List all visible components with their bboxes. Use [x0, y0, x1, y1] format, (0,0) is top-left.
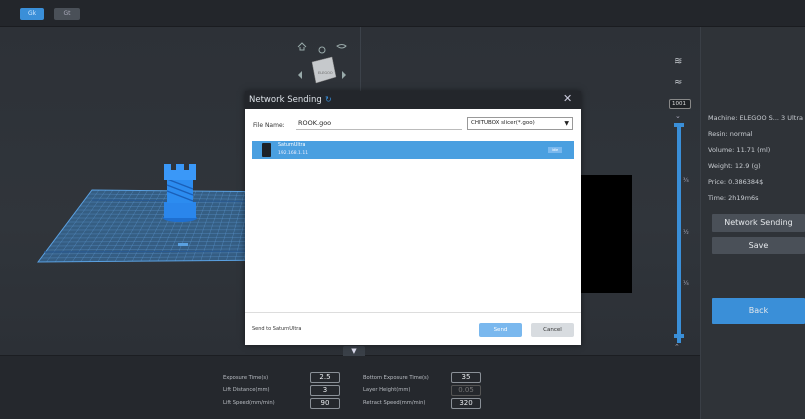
chevron-down-icon[interactable]: ⌄ — [675, 112, 681, 120]
weight-info: Weight: 12.9 (g) — [708, 162, 761, 170]
back-button[interactable]: Back — [712, 298, 805, 324]
exposure-time-input[interactable]: 2.5 — [310, 372, 340, 383]
layer-slider-bottom-handle[interactable] — [674, 334, 684, 338]
eye-icon[interactable] — [336, 44, 347, 49]
printer-name: SaturnUltra — [278, 143, 306, 148]
rotate-icon[interactable] — [318, 46, 326, 54]
layer-number-field[interactable]: 1001 — [669, 99, 691, 109]
time-info: Time: 2h19m6s — [708, 194, 759, 202]
machine-info: Machine: ELEGOO S... 3 Ultra — [708, 114, 803, 122]
lift-speed-input[interactable]: 90 — [310, 398, 340, 409]
slider-mark-1-4: ¼ — [683, 280, 689, 287]
retract-speed-label: Retract Speed(mm/min) — [363, 400, 426, 406]
layer-slider-track[interactable] — [677, 125, 681, 343]
layer-height-input: 0.05 — [451, 385, 481, 396]
printer-ip: 192.168.1.11 — [278, 151, 309, 156]
view-cube[interactable]: ELEGOO — [311, 56, 337, 84]
lift-speed-label: Lift Speed(mm/min) — [223, 400, 275, 406]
layer-slider-top-handle[interactable] — [674, 123, 684, 127]
home-icon[interactable] — [297, 42, 307, 51]
slider-mark-1-2: ½ — [683, 229, 689, 236]
lift-distance-input[interactable]: 3 — [310, 385, 340, 396]
slider-mark-3-4: ¾ — [683, 177, 689, 184]
toolbar-button-2[interactable]: Gt — [54, 8, 80, 20]
save-button[interactable]: Save — [712, 237, 805, 254]
layer-preview — [580, 175, 632, 293]
lift-distance-label: Lift Distance(mm) — [223, 387, 270, 393]
retract-speed-input[interactable]: 320 — [451, 398, 481, 409]
refresh-icon[interactable]: ↻ — [325, 95, 332, 104]
dialog-divider — [245, 312, 581, 313]
close-icon[interactable]: ✕ — [563, 92, 572, 105]
caret-down-icon: ▼ — [564, 120, 569, 127]
printer-status-badge: Idle — [548, 147, 562, 153]
parameters-panel — [0, 355, 700, 419]
toolbar-button-1[interactable]: Gk — [20, 8, 44, 20]
layers-icon[interactable]: ≋ — [674, 56, 682, 67]
cube-label: ELEGOO — [318, 71, 333, 75]
file-name-label: File Name: — [253, 122, 285, 129]
collapse-toggle-icon[interactable]: ▼ — [343, 346, 365, 356]
resin-info: Resin: normal — [708, 130, 753, 138]
format-select-value: CHITUBOX slicer(*.goo) — [471, 120, 535, 126]
network-sending-button[interactable]: Network Sending — [712, 214, 805, 232]
bottom-exposure-label: Bottom Exposure Time(s) — [363, 375, 429, 381]
dialog-title: Network Sending — [249, 95, 322, 105]
arrow-right-icon[interactable] — [342, 71, 346, 79]
volume-info: Volume: 11.71 (ml) — [708, 146, 771, 154]
file-name-input[interactable]: ROOK.goo — [296, 117, 462, 130]
rook-model[interactable] — [163, 164, 197, 222]
chevron-up-icon[interactable]: ⌃ — [674, 343, 680, 351]
price-info: Price: 0.386384$ — [708, 178, 764, 186]
send-to-text: Send to SaturnUltra — [252, 326, 302, 332]
layers-outline-icon[interactable]: ≈ — [674, 77, 682, 88]
exposure-time-label: Exposure Time(s) — [223, 375, 269, 381]
send-button[interactable]: Send — [479, 323, 522, 337]
printer-icon — [262, 143, 271, 157]
layer-height-label: Layer Height(mm) — [363, 387, 411, 393]
arrow-left-icon[interactable] — [298, 71, 302, 79]
top-toolbar — [0, 0, 805, 27]
format-select[interactable]: CHITUBOX slicer(*.goo) ▼ — [467, 117, 573, 130]
cancel-button[interactable]: Cancel — [531, 323, 574, 337]
bottom-exposure-input[interactable]: 35 — [451, 372, 481, 383]
